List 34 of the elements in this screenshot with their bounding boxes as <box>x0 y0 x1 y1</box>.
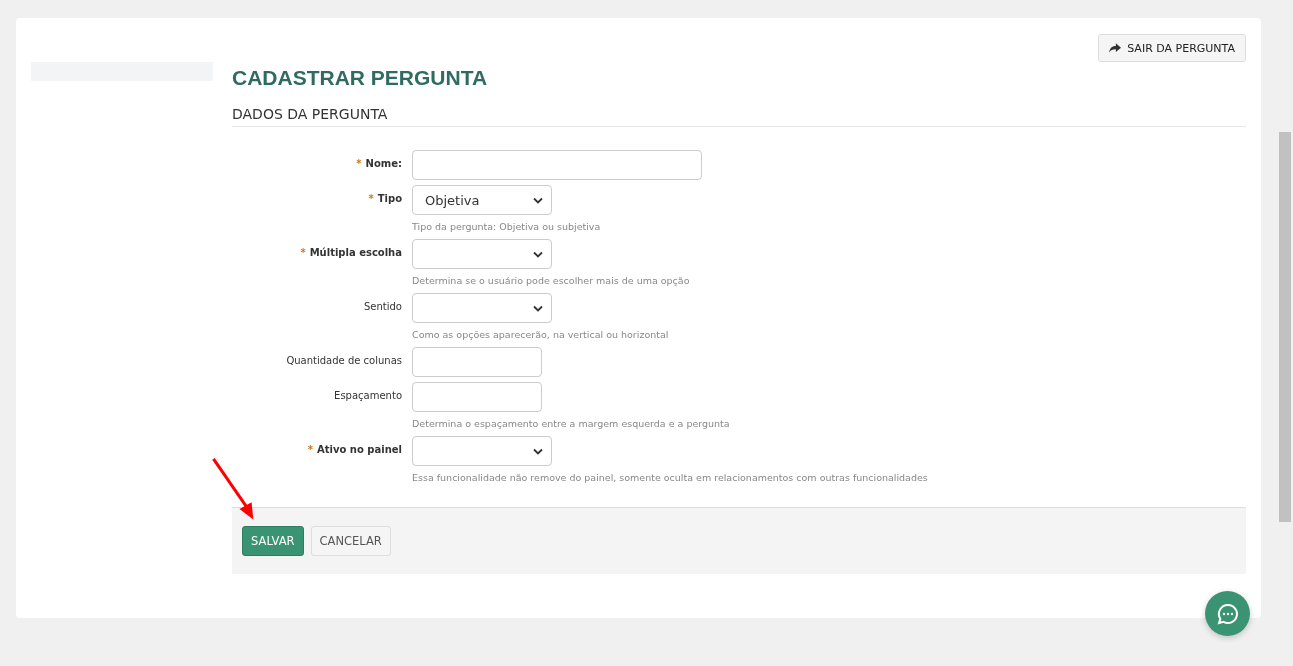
select-field[interactable] <box>412 436 552 466</box>
page-title: CADASTRAR PERGUNTA <box>232 66 489 90</box>
field-label: Ativo no painel <box>317 444 402 455</box>
text-input-field[interactable] <box>412 382 542 412</box>
chevron-down-icon <box>533 304 543 312</box>
help-text: Tipo da pergunta: Objetiva ou subjetiva <box>412 221 601 232</box>
select-field[interactable] <box>412 239 552 269</box>
text-input-field[interactable] <box>412 347 542 377</box>
field-label: Múltipla escolha <box>309 247 402 258</box>
section-title: DADOS DA PERGUNTA <box>232 106 1246 127</box>
required-marker: * <box>307 444 314 455</box>
help-text: Como as opções aparecerão, na vertical ou horizontal <box>412 329 669 340</box>
cancel-button[interactable]: CANCELAR <box>310 526 391 556</box>
chevron-down-icon <box>533 250 543 258</box>
share-arrow-icon <box>1109 42 1122 54</box>
chat-bubble-icon <box>1215 601 1240 626</box>
chevron-down-icon <box>533 196 543 204</box>
save-button[interactable]: SALVAR <box>242 526 304 556</box>
field-label: Sentido <box>364 301 402 312</box>
chevron-down-icon <box>533 447 543 455</box>
field-label: Quantidade de colunas <box>286 355 402 366</box>
help-text: Determina o espaçamento entre a margem esquerda e a pergunta <box>412 418 730 429</box>
text-input-field[interactable] <box>412 150 702 180</box>
required-marker: * <box>368 193 374 204</box>
field-label: Tipo <box>377 193 402 204</box>
required-marker: * <box>356 158 362 169</box>
help-text: Determina se o usuário pode escolher mais de uma opção <box>412 275 690 286</box>
select-field[interactable]: Objetiva <box>412 185 552 215</box>
field-label: Espaçamento <box>334 390 402 401</box>
exit-question-button[interactable]: SAIR DA PERGUNTA <box>1098 34 1246 62</box>
field-label: Nome: <box>365 158 402 169</box>
required-marker: * <box>300 247 306 258</box>
help-text: Essa funcionalidade não remove do painel, somente oculta em relacionamentos com outras funcionalidades <box>412 472 928 483</box>
select-field[interactable] <box>412 293 552 323</box>
